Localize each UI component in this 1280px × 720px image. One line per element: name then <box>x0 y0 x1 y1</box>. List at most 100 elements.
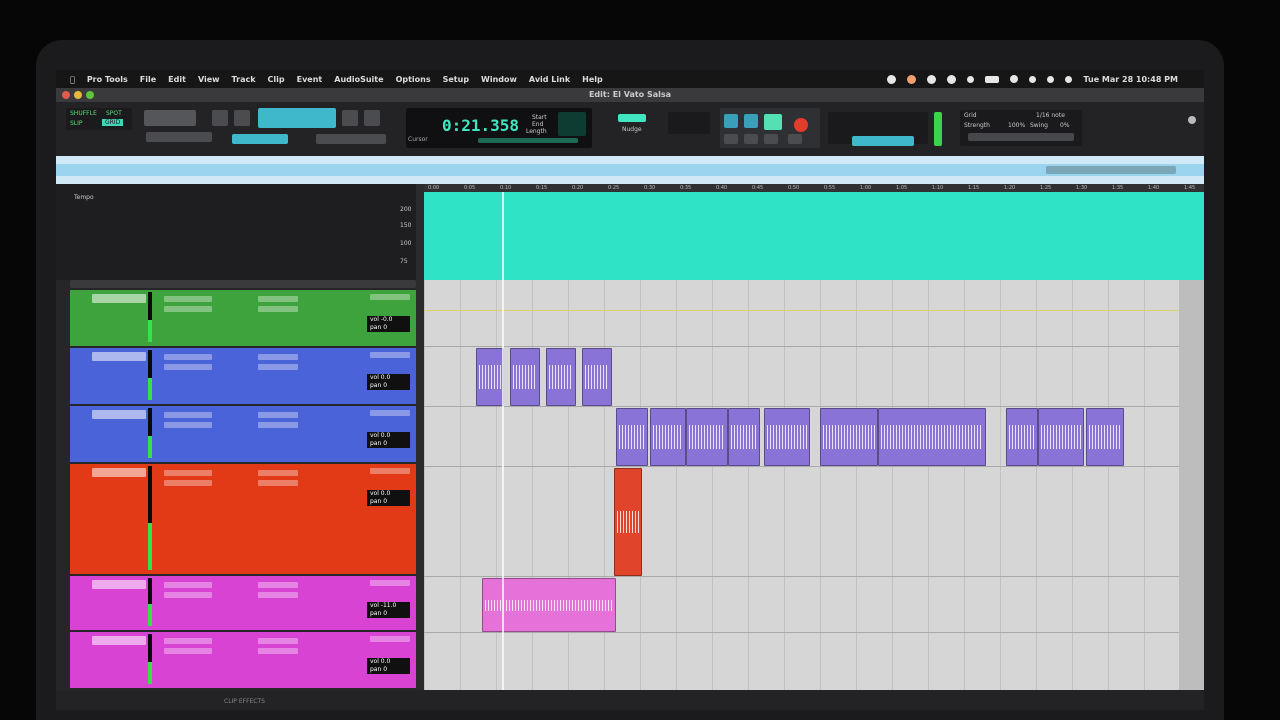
edit-window[interactable] <box>424 280 1179 690</box>
menu-help[interactable]: Help <box>582 75 603 84</box>
audio-clip[interactable] <box>728 408 760 466</box>
volume-pan-display[interactable]: vol 0.0 pan 0 <box>367 658 410 674</box>
grid-value[interactable]: 1/16 note <box>1036 112 1065 119</box>
insert-slot[interactable] <box>164 480 212 486</box>
zoom-tool-icon[interactable] <box>234 110 250 126</box>
insert-slot[interactable] <box>164 422 212 428</box>
audio-clip[interactable] <box>650 408 686 466</box>
grid-value-display[interactable] <box>618 114 646 122</box>
stop-button[interactable] <box>744 114 758 128</box>
apple-menu-icon[interactable]:  <box>70 75 75 84</box>
smart-tool-group[interactable] <box>258 108 336 128</box>
insert-slot[interactable] <box>164 592 212 598</box>
track-header[interactable]: vol 0.0 pan 0 <box>70 348 416 404</box>
send-slot[interactable] <box>258 648 298 654</box>
volume-pan-display[interactable]: vol 0.0 pan 0 <box>367 374 410 390</box>
audio-clip[interactable] <box>1038 408 1084 466</box>
insert-slot[interactable] <box>164 638 212 644</box>
send-slot[interactable] <box>258 592 298 598</box>
tab-to-transient[interactable] <box>316 134 386 144</box>
menu-file[interactable]: File <box>140 75 156 84</box>
menu-clock[interactable]: Tue Mar 28 10:48 PM <box>1083 75 1178 84</box>
audio-clip[interactable] <box>764 408 810 466</box>
mode-grid[interactable]: GRID <box>102 119 124 126</box>
insert-slot[interactable] <box>164 354 212 360</box>
send-slot[interactable] <box>258 306 298 312</box>
strength-value[interactable]: 100% <box>1008 122 1025 129</box>
volume-pan-display[interactable]: vol -11.0 pan 0 <box>367 602 410 618</box>
swing-value[interactable]: 0% <box>1060 122 1070 129</box>
menu-options[interactable]: Options <box>396 75 431 84</box>
menu-edit[interactable]: Edit <box>168 75 186 84</box>
io-input[interactable] <box>370 352 410 358</box>
menu-window[interactable]: Window <box>481 75 517 84</box>
playhead-cursor[interactable] <box>502 192 504 690</box>
battery-icon[interactable] <box>985 75 1000 83</box>
record-button[interactable] <box>794 118 808 132</box>
io-input[interactable] <box>370 294 410 300</box>
universe-overview[interactable] <box>56 156 1204 184</box>
send-slot[interactable] <box>258 422 298 428</box>
audio-clip[interactable] <box>616 408 648 466</box>
siri-icon[interactable] <box>1065 75 1073 83</box>
audio-clip[interactable] <box>614 468 642 576</box>
track-name[interactable] <box>92 580 146 589</box>
io-input[interactable] <box>370 636 410 642</box>
groove-search-field[interactable] <box>968 133 1074 141</box>
menu-clip[interactable]: Clip <box>268 75 285 84</box>
search-icon[interactable] <box>1029 75 1037 83</box>
link-toggles[interactable] <box>232 134 288 144</box>
menu-setup[interactable]: Setup <box>443 75 469 84</box>
track-name[interactable] <box>92 468 146 477</box>
insert-slot[interactable] <box>164 470 212 476</box>
online-button[interactable] <box>724 114 738 128</box>
io-input[interactable] <box>370 468 410 474</box>
insert-slot[interactable] <box>164 582 212 588</box>
audio-clip[interactable] <box>510 348 540 406</box>
track-header[interactable]: vol 0.0 pan 0 <box>70 632 416 688</box>
send-slot[interactable] <box>258 638 298 644</box>
audio-clip[interactable] <box>1006 408 1038 466</box>
scrubber-tool-icon[interactable] <box>342 110 358 126</box>
selection-values[interactable] <box>558 112 586 136</box>
volume-pan-display[interactable]: vol -0.0 pan 0 <box>367 316 410 332</box>
control-center-icon[interactable] <box>1047 75 1055 83</box>
audio-clip[interactable] <box>686 408 728 466</box>
timeline-ruler[interactable]: 0:00 0:05 0:10 0:15 0:20 0:25 0:30 0:35 0:40 0:45… <box>424 184 1204 192</box>
audio-clip[interactable] <box>878 408 986 466</box>
volume-pan-display[interactable]: vol 0.0 pan 0 <box>367 432 410 448</box>
audio-clip[interactable] <box>820 408 878 466</box>
insert-slot[interactable] <box>164 648 212 654</box>
mode-shuffle[interactable]: SHUFFLE <box>70 110 97 117</box>
pencil-tool-icon[interactable] <box>364 110 380 126</box>
track-header[interactable]: vol 0.0 pan 0 <box>70 406 416 462</box>
dropbox-icon[interactable] <box>947 74 957 84</box>
track-name[interactable] <box>92 352 146 361</box>
clip-effects-label[interactable]: CLIP EFFECTS <box>224 698 265 705</box>
zoom-presets[interactable] <box>146 132 212 142</box>
track-header[interactable]: vol -0.0 pan 0 <box>70 290 416 346</box>
send-slot[interactable] <box>258 582 298 588</box>
ffwd-button[interactable] <box>744 134 758 144</box>
mode-slip[interactable]: SLIP <box>70 120 83 127</box>
main-counter[interactable]: 0:21.358 <box>442 116 519 135</box>
insert-slot[interactable] <box>164 306 212 312</box>
zoom-controls[interactable] <box>144 110 196 126</box>
volume-pan-display[interactable]: vol 0.0 pan 0 <box>367 490 410 506</box>
heart-icon[interactable] <box>907 74 917 84</box>
track-header[interactable]: vol -11.0 pan 0 <box>70 576 416 630</box>
track-name[interactable] <box>92 636 146 645</box>
vertical-scroll-area[interactable] <box>1179 280 1204 690</box>
volume-icon[interactable] <box>967 75 975 83</box>
record-status-icon[interactable] <box>887 74 897 84</box>
go-to-end-button[interactable] <box>764 134 778 144</box>
play-button[interactable] <box>764 114 782 130</box>
toolbar-menu-button[interactable] <box>1188 116 1196 124</box>
loop-button[interactable] <box>788 134 802 144</box>
audio-clip[interactable] <box>582 348 612 406</box>
audio-clip[interactable] <box>1086 408 1124 466</box>
send-slot[interactable] <box>258 364 298 370</box>
track-header[interactable]: vol 0.0 pan 0 <box>70 464 416 574</box>
insert-slot[interactable] <box>164 296 212 302</box>
tempo-track[interactable] <box>424 192 1204 280</box>
